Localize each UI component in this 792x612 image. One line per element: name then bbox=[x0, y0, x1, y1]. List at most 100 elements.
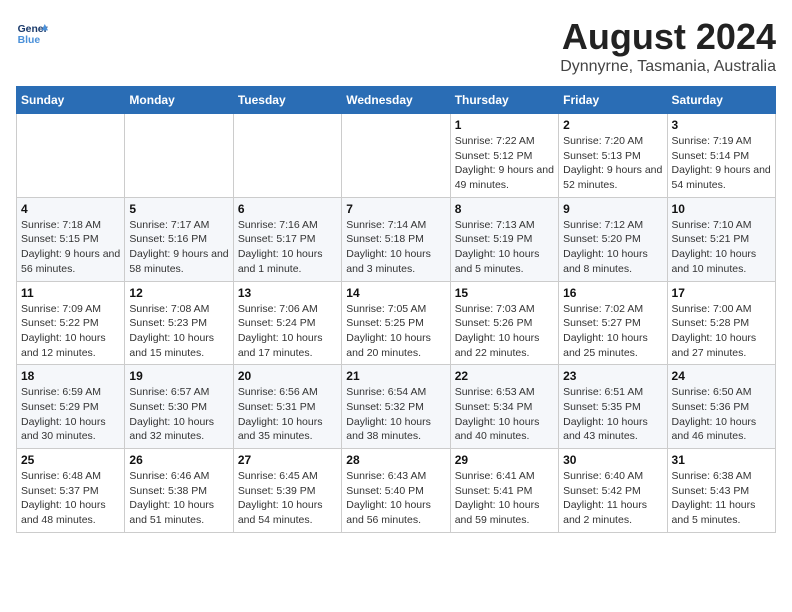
calendar-cell: 29 Sunrise: 6:41 AMSunset: 5:41 PMDayligh… bbox=[450, 449, 558, 533]
day-number: 16 bbox=[563, 286, 662, 300]
day-info: Sunrise: 7:13 AMSunset: 5:19 PMDaylight:… bbox=[455, 218, 554, 277]
month-year-title: August 2024 bbox=[560, 16, 776, 58]
day-info: Sunrise: 6:56 AMSunset: 5:31 PMDaylight:… bbox=[238, 385, 337, 444]
day-info: Sunrise: 7:03 AMSunset: 5:26 PMDaylight:… bbox=[455, 302, 554, 361]
day-info: Sunrise: 7:05 AMSunset: 5:25 PMDaylight:… bbox=[346, 302, 445, 361]
calendar-cell: 4Sunrise: 7:18 AMSunset: 5:15 PMDaylight… bbox=[17, 197, 125, 281]
day-number: 18 bbox=[21, 369, 120, 383]
day-number: 25 bbox=[21, 453, 120, 467]
day-number: 31 bbox=[672, 453, 771, 467]
weekday-header-tuesday: Tuesday bbox=[233, 87, 341, 114]
day-number: 28 bbox=[346, 453, 445, 467]
location-subtitle: Dynnyrne, Tasmania, Australia bbox=[560, 58, 776, 76]
day-number: 27 bbox=[238, 453, 337, 467]
calendar-cell: 22Sunrise: 6:53 AMSunset: 5:34 PMDayligh… bbox=[450, 365, 558, 449]
day-number: 9 bbox=[563, 202, 662, 216]
calendar-week-row: 25 Sunrise: 6:48 AMSunset: 5:37 PMDayligh… bbox=[17, 449, 776, 533]
day-info: Sunrise: 7:22 AMSunset: 5:12 PMDaylight:… bbox=[455, 134, 554, 193]
day-info: Sunrise: 6:40 AMSunset: 5:42 PMDaylight:… bbox=[563, 469, 662, 528]
weekday-header-wednesday: Wednesday bbox=[342, 87, 450, 114]
day-number: 24 bbox=[672, 369, 771, 383]
calendar-cell: 16 Sunrise: 7:02 AMSunset: 5:27 PMDayligh… bbox=[559, 281, 667, 365]
day-info: Sunrise: 7:19 AMSunset: 5:14 PMDaylight:… bbox=[672, 134, 771, 193]
day-number: 23 bbox=[563, 369, 662, 383]
day-number: 10 bbox=[672, 202, 771, 216]
day-info: Sunrise: 6:48 AMSunset: 5:37 PMDaylight:… bbox=[21, 469, 120, 528]
calendar-cell: 24 Sunrise: 6:50 AMSunset: 5:36 PMDayligh… bbox=[667, 365, 775, 449]
calendar-cell: 18Sunrise: 6:59 AMSunset: 5:29 PMDayligh… bbox=[17, 365, 125, 449]
calendar-cell: 2 Sunrise: 7:20 AMSunset: 5:13 PMDaylight… bbox=[559, 114, 667, 198]
day-info: Sunrise: 6:57 AMSunset: 5:30 PMDaylight:… bbox=[129, 385, 228, 444]
day-info: Sunrise: 7:06 AMSunset: 5:24 PMDaylight:… bbox=[238, 302, 337, 361]
weekday-header-saturday: Saturday bbox=[667, 87, 775, 114]
calendar-cell: 25 Sunrise: 6:48 AMSunset: 5:37 PMDayligh… bbox=[17, 449, 125, 533]
day-info: Sunrise: 7:20 AMSunset: 5:13 PMDaylight:… bbox=[563, 134, 662, 193]
day-number: 12 bbox=[129, 286, 228, 300]
day-info: Sunrise: 6:54 AMSunset: 5:32 PMDaylight:… bbox=[346, 385, 445, 444]
calendar-week-row: 4Sunrise: 7:18 AMSunset: 5:15 PMDaylight… bbox=[17, 197, 776, 281]
day-number: 5 bbox=[129, 202, 228, 216]
calendar-cell: 7Sunrise: 7:14 AMSunset: 5:18 PMDaylight… bbox=[342, 197, 450, 281]
day-info: Sunrise: 6:38 AMSunset: 5:43 PMDaylight:… bbox=[672, 469, 771, 528]
day-number: 26 bbox=[129, 453, 228, 467]
day-number: 30 bbox=[563, 453, 662, 467]
day-number: 14 bbox=[346, 286, 445, 300]
day-number: 3 bbox=[672, 118, 771, 132]
day-number: 2 bbox=[563, 118, 662, 132]
calendar-cell: 20 Sunrise: 6:56 AMSunset: 5:31 PMDayligh… bbox=[233, 365, 341, 449]
calendar-table: SundayMondayTuesdayWednesdayThursdayFrid… bbox=[16, 86, 776, 533]
day-info: Sunrise: 7:17 AMSunset: 5:16 PMDaylight:… bbox=[129, 218, 228, 277]
day-number: 11 bbox=[21, 286, 120, 300]
day-info: Sunrise: 6:50 AMSunset: 5:36 PMDaylight:… bbox=[672, 385, 771, 444]
weekday-header-friday: Friday bbox=[559, 87, 667, 114]
day-number: 20 bbox=[238, 369, 337, 383]
weekday-header-monday: Monday bbox=[125, 87, 233, 114]
calendar-cell bbox=[342, 114, 450, 198]
day-info: Sunrise: 6:45 AMSunset: 5:39 PMDaylight:… bbox=[238, 469, 337, 528]
weekday-header-thursday: Thursday bbox=[450, 87, 558, 114]
calendar-cell: 5 Sunrise: 7:17 AMSunset: 5:16 PMDaylight… bbox=[125, 197, 233, 281]
calendar-cell: 8Sunrise: 7:13 AMSunset: 5:19 PMDaylight… bbox=[450, 197, 558, 281]
day-number: 21 bbox=[346, 369, 445, 383]
day-number: 7 bbox=[346, 202, 445, 216]
title-block: August 2024 Dynnyrne, Tasmania, Australi… bbox=[560, 16, 776, 76]
day-info: Sunrise: 6:41 AMSunset: 5:41 PMDaylight:… bbox=[455, 469, 554, 528]
day-info: Sunrise: 7:16 AMSunset: 5:17 PMDaylight:… bbox=[238, 218, 337, 277]
day-number: 17 bbox=[672, 286, 771, 300]
day-number: 15 bbox=[455, 286, 554, 300]
calendar-cell: 14 Sunrise: 7:05 AMSunset: 5:25 PMDayligh… bbox=[342, 281, 450, 365]
calendar-cell: 21 Sunrise: 6:54 AMSunset: 5:32 PMDayligh… bbox=[342, 365, 450, 449]
calendar-cell bbox=[125, 114, 233, 198]
day-info: Sunrise: 7:12 AMSunset: 5:20 PMDaylight:… bbox=[563, 218, 662, 277]
day-number: 6 bbox=[238, 202, 337, 216]
day-info: Sunrise: 6:43 AMSunset: 5:40 PMDaylight:… bbox=[346, 469, 445, 528]
page-header: General Blue August 2024 Dynnyrne, Tasma… bbox=[16, 16, 776, 76]
calendar-cell: 19 Sunrise: 6:57 AMSunset: 5:30 PMDayligh… bbox=[125, 365, 233, 449]
day-number: 19 bbox=[129, 369, 228, 383]
calendar-cell: 3 Sunrise: 7:19 AMSunset: 5:14 PMDaylight… bbox=[667, 114, 775, 198]
day-info: Sunrise: 7:18 AMSunset: 5:15 PMDaylight:… bbox=[21, 218, 120, 277]
calendar-cell: 1 Sunrise: 7:22 AMSunset: 5:12 PMDaylight… bbox=[450, 114, 558, 198]
day-info: Sunrise: 7:09 AMSunset: 5:22 PMDaylight:… bbox=[21, 302, 120, 361]
day-info: Sunrise: 7:00 AMSunset: 5:28 PMDaylight:… bbox=[672, 302, 771, 361]
calendar-cell bbox=[17, 114, 125, 198]
day-number: 29 bbox=[455, 453, 554, 467]
weekday-header-sunday: Sunday bbox=[17, 87, 125, 114]
day-number: 1 bbox=[455, 118, 554, 132]
calendar-cell: 15 Sunrise: 7:03 AMSunset: 5:26 PMDayligh… bbox=[450, 281, 558, 365]
day-number: 22 bbox=[455, 369, 554, 383]
calendar-cell: 13 Sunrise: 7:06 AMSunset: 5:24 PMDayligh… bbox=[233, 281, 341, 365]
calendar-cell: 9 Sunrise: 7:12 AMSunset: 5:20 PMDaylight… bbox=[559, 197, 667, 281]
svg-text:Blue: Blue bbox=[18, 35, 41, 46]
calendar-cell: 31 Sunrise: 6:38 AMSunset: 5:43 PMDayligh… bbox=[667, 449, 775, 533]
day-info: Sunrise: 7:02 AMSunset: 5:27 PMDaylight:… bbox=[563, 302, 662, 361]
day-number: 13 bbox=[238, 286, 337, 300]
weekday-header-row: SundayMondayTuesdayWednesdayThursdayFrid… bbox=[17, 87, 776, 114]
calendar-cell: 28 Sunrise: 6:43 AMSunset: 5:40 PMDayligh… bbox=[342, 449, 450, 533]
calendar-cell: 17 Sunrise: 7:00 AMSunset: 5:28 PMDayligh… bbox=[667, 281, 775, 365]
day-info: Sunrise: 6:46 AMSunset: 5:38 PMDaylight:… bbox=[129, 469, 228, 528]
calendar-cell: 27 Sunrise: 6:45 AMSunset: 5:39 PMDayligh… bbox=[233, 449, 341, 533]
day-info: Sunrise: 7:10 AMSunset: 5:21 PMDaylight:… bbox=[672, 218, 771, 277]
calendar-cell bbox=[233, 114, 341, 198]
calendar-cell: 30 Sunrise: 6:40 AMSunset: 5:42 PMDayligh… bbox=[559, 449, 667, 533]
